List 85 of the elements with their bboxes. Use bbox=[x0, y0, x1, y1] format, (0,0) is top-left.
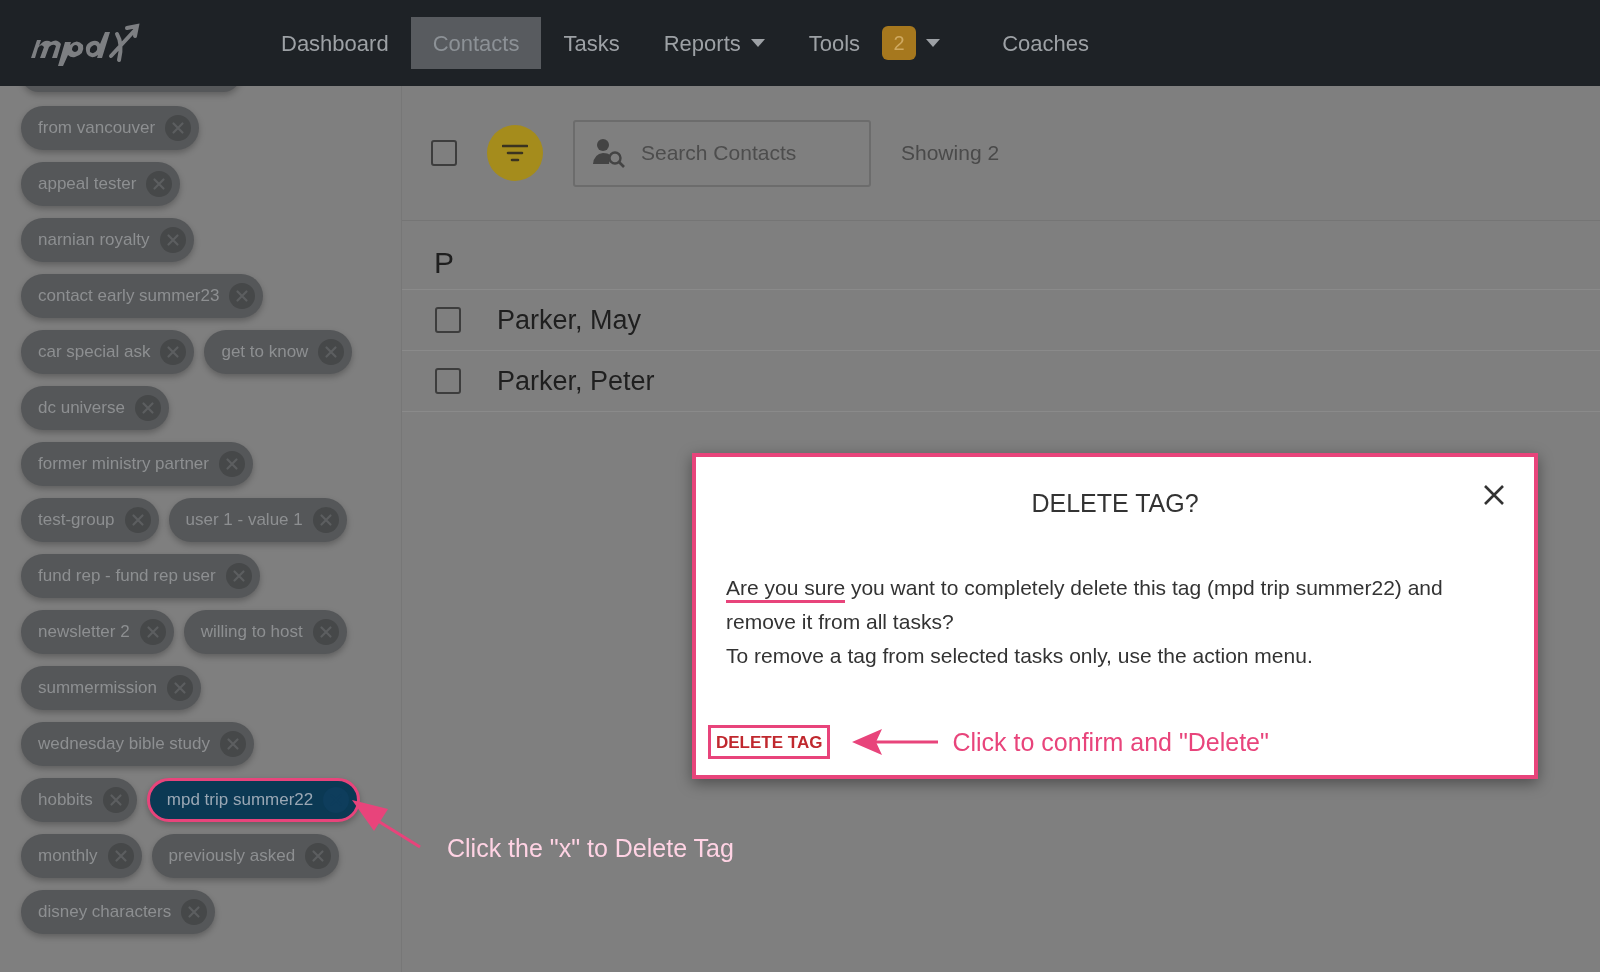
caret-icon[interactable] bbox=[926, 39, 941, 47]
remove-icon[interactable] bbox=[134, 395, 161, 421]
tag-chip[interactable]: car special ask bbox=[21, 330, 195, 374]
tag-chip[interactable]: disney characters bbox=[21, 890, 216, 934]
tag-chip[interactable]: user 1 - value 1 bbox=[168, 498, 347, 542]
checkbox[interactable] bbox=[431, 140, 457, 166]
tag-label: previously asked bbox=[168, 845, 296, 868]
tag-label: contact early summer23 bbox=[38, 285, 220, 308]
tag-chip[interactable]: monthly bbox=[21, 834, 142, 878]
tag-label: from vancouver bbox=[38, 117, 156, 140]
person-search-icon bbox=[593, 137, 625, 168]
remove-icon[interactable] bbox=[165, 115, 192, 141]
delete-tag-button[interactable]: DELETE TAG bbox=[708, 725, 831, 760]
tag-chip[interactable]: fund rep - fund rep user bbox=[21, 554, 260, 598]
remove-icon[interactable] bbox=[160, 339, 187, 365]
nav-tab[interactable]: Tasks bbox=[541, 17, 642, 69]
remove-icon[interactable] bbox=[312, 619, 339, 645]
annotation-text: Click the "x" to Delete Tag bbox=[447, 833, 734, 864]
tag-label: car special ask bbox=[38, 341, 151, 364]
annotation-arrow bbox=[350, 797, 422, 849]
remove-icon[interactable] bbox=[305, 843, 332, 869]
tag-chip[interactable]: mpd trip summer22 bbox=[146, 778, 361, 822]
remove-icon[interactable] bbox=[323, 787, 350, 813]
tag-label: summermission bbox=[38, 677, 158, 700]
tag-label: test-group bbox=[38, 509, 115, 532]
tag-chip[interactable]: narnian royalty bbox=[21, 218, 194, 262]
tag-label: fund rep - fund rep user bbox=[38, 565, 216, 588]
filter-icon bbox=[502, 144, 528, 162]
tag-label: monthly bbox=[38, 845, 98, 868]
tag-label: hobbits bbox=[38, 789, 93, 812]
nav-tab[interactable]: Coaches bbox=[980, 17, 1111, 69]
checkbox[interactable] bbox=[435, 307, 461, 333]
remove-icon[interactable] bbox=[124, 507, 151, 533]
dialog-text: To remove a tag from selected tasks only, use the action menu. bbox=[726, 642, 1314, 669]
tag-label: mpd trip summer22 bbox=[166, 789, 314, 812]
remove-icon[interactable] bbox=[225, 563, 252, 589]
tag-chip[interactable]: from vancouver bbox=[21, 106, 200, 150]
remove-icon[interactable] bbox=[146, 171, 173, 197]
remove-icon[interactable] bbox=[312, 507, 339, 533]
nav-tab[interactable]: Reports bbox=[641, 17, 787, 69]
contact-name[interactable]: Parker, May bbox=[497, 299, 642, 341]
tag-label: get to know bbox=[221, 341, 309, 364]
dialog-title: DELETE TAG? bbox=[1031, 488, 1199, 519]
close-icon bbox=[1483, 484, 1505, 506]
remove-icon[interactable] bbox=[139, 619, 166, 645]
remove-icon[interactable] bbox=[219, 451, 245, 477]
notification-badge: 2 bbox=[882, 26, 917, 60]
remove-icon[interactable] bbox=[318, 339, 345, 365]
tag-label: appeal tester bbox=[38, 173, 137, 196]
tag-chip[interactable]: get to know bbox=[204, 330, 353, 374]
tag-chip[interactable]: newsletter 2 bbox=[21, 610, 174, 654]
nav-tab[interactable]: Tools bbox=[786, 17, 883, 69]
dialog-text: Are you sure you want to completely delete this tag (mpd trip summer22) and remove it from all tasks? bbox=[726, 574, 1444, 635]
tag-label: former ministry partner bbox=[38, 453, 209, 476]
tag-label: user 1 - value 1 bbox=[185, 509, 303, 532]
tag-label: dc universe bbox=[38, 397, 125, 420]
tag-chip[interactable]: former ministry partner bbox=[21, 442, 253, 486]
tag-label: disney characters bbox=[38, 901, 172, 924]
tag-label: newsletter 2 bbox=[38, 621, 130, 644]
filter-button[interactable] bbox=[487, 125, 543, 181]
tag-label: narnian royalty bbox=[38, 229, 150, 252]
contact-name[interactable]: Parker, Peter bbox=[497, 360, 655, 402]
remove-icon[interactable] bbox=[220, 731, 246, 757]
tag-chip[interactable]: test-group bbox=[21, 498, 159, 542]
tag-chip[interactable]: hobbits bbox=[21, 778, 137, 822]
tag-chip[interactable]: appeal tester bbox=[21, 162, 181, 206]
nav-tab[interactable]: Dashboard bbox=[259, 17, 411, 69]
tag-chip[interactable]: previously asked bbox=[151, 834, 340, 878]
tag-chip[interactable]: wednesday bible study bbox=[21, 722, 254, 766]
tag-chip[interactable]: contact early summer23 bbox=[21, 274, 264, 318]
remove-icon[interactable] bbox=[181, 899, 208, 925]
tag-chip[interactable]: dc universe bbox=[21, 386, 169, 430]
remove-icon[interactable] bbox=[229, 283, 256, 309]
caret-icon[interactable] bbox=[750, 39, 765, 47]
tag-chip[interactable]: summermission bbox=[21, 666, 202, 710]
remove-icon[interactable] bbox=[102, 787, 129, 813]
tag-label: wednesday bible study bbox=[38, 733, 210, 756]
tag-label: willing to host bbox=[200, 621, 303, 644]
remove-icon[interactable] bbox=[159, 227, 186, 253]
checkbox[interactable] bbox=[435, 368, 461, 394]
tag-chip[interactable]: willing to host bbox=[183, 610, 347, 654]
remove-icon[interactable] bbox=[107, 843, 134, 869]
remove-icon[interactable] bbox=[167, 675, 194, 701]
group-letter: P bbox=[434, 245, 454, 281]
annotation-text: Click to confirm and "Delete" bbox=[952, 726, 1269, 758]
